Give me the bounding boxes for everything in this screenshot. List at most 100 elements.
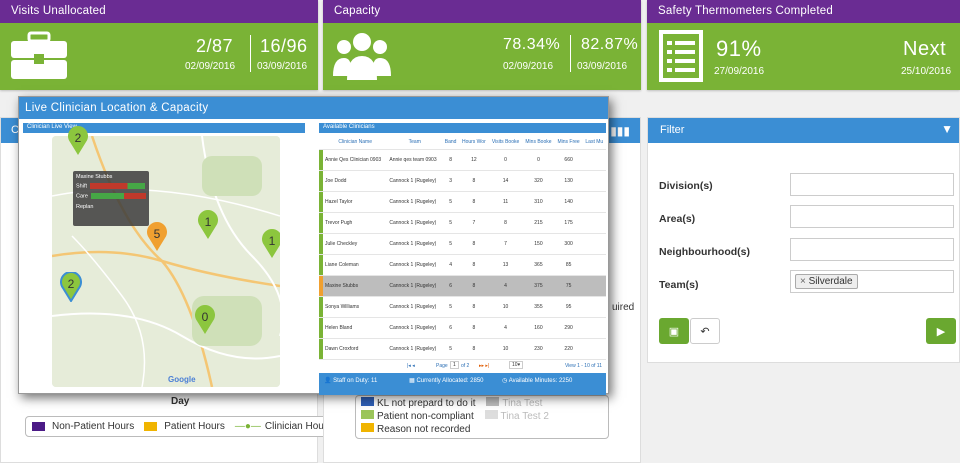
pager: |◂ ◂ Page 1 of 2 ▸▸ ▸| 10▾ View 1 - 10 o… <box>319 361 606 372</box>
table-cell: Cannock 1 (Rugeley) <box>387 212 443 234</box>
table-row[interactable]: Dawn Croxford Cannock 1 (Rugeley) 5 8 10 230 2… <box>319 338 606 361</box>
people-icon <box>333 33 391 80</box>
allocated-text: Currently Allocated: 2850 <box>416 378 484 384</box>
table-row[interactable]: Annie Qes Clinician 0903 Annie qes team 0… <box>319 149 606 171</box>
table-cell: 130 <box>554 170 583 192</box>
col-band[interactable]: Band <box>442 135 459 150</box>
hours-legend: Non-Patient Hours Patient Hours —●— Clini… <box>25 416 340 437</box>
map-pin-green-partial[interactable]: 1 <box>261 229 280 259</box>
table-cell: 230 <box>522 338 555 361</box>
legend-item: Tina Test 2 <box>500 411 549 422</box>
legend-item: Reason not recorded <box>377 424 471 435</box>
table-cell <box>582 212 606 234</box>
col-visits[interactable]: Visits Booke <box>488 135 523 150</box>
modal-footer: 👤 Staff on Duty: 11 ▦ Currently Allocate… <box>319 373 606 395</box>
col-mins-booked[interactable]: Mins Booke <box>522 135 555 150</box>
table-cell <box>582 233 606 255</box>
col-last[interactable]: Last Mu <box>582 135 606 150</box>
table-cell <box>582 317 606 340</box>
funnel-icon[interactable]: ▼ <box>941 122 953 136</box>
rows-value: 10 <box>512 362 518 368</box>
table-cell: 8 <box>458 296 489 319</box>
table-cell: 220 <box>554 338 583 361</box>
undo-button[interactable]: ↶ <box>690 318 720 344</box>
table-cell: 5 <box>442 233 459 255</box>
capacity-tomorrow-value: 82.87% <box>581 36 639 53</box>
table-cell: Cannock 1 (Rugeley) <box>387 338 443 361</box>
pin-label: 2 <box>75 131 82 145</box>
table-header-row: Clinician Name Team Band Hours Wor Visit… <box>319 135 606 150</box>
modal-title: Live Clinician Location & Capacity <box>19 97 608 119</box>
tile-visits-unallocated: Visits Unallocated 2/87 02/09/2016 16/96… <box>0 0 318 90</box>
safety-next-label: Next <box>903 38 947 60</box>
map-pin-green[interactable]: 1 <box>197 210 219 240</box>
table-cell: 8 <box>442 149 459 171</box>
division-label: Division(s) <box>659 180 713 192</box>
page-input[interactable]: 1 <box>450 361 459 369</box>
table-cell: 8 <box>458 170 489 192</box>
table-cell: 6 <box>442 317 459 340</box>
page-count: of 2 <box>461 363 470 369</box>
table-row[interactable]: Helen Bland Cannock 1 (Rugeley) 6 8 4 160 290 <box>319 317 606 340</box>
undo-icon: ↶ <box>700 325 710 338</box>
map-pin-blue[interactable]: 2 <box>60 271 82 303</box>
table-cell: 300 <box>554 233 583 255</box>
table-row[interactable]: Maxine Stubbs Cannock 1 (Rugeley) 6 8 4 375 75 <box>319 275 606 298</box>
table-row[interactable]: Liane Coleman Cannock 1 (Rugeley) 4 8 13 365 8… <box>319 254 606 277</box>
team-select[interactable]: × Silverdale <box>790 270 954 293</box>
panel-header: Filter ▼ <box>648 118 959 143</box>
table-cell: Cannock 1 (Rugeley) <box>387 170 443 192</box>
capacity-today-date: 02/09/2016 <box>503 61 554 72</box>
legend-swatch <box>361 410 374 419</box>
next-page-icon[interactable]: ▸▸ ▸| <box>479 363 489 369</box>
col-team[interactable]: Team <box>387 135 443 150</box>
pin-label: 0 <box>202 310 209 324</box>
table-cell: 320 <box>522 170 555 192</box>
rows-select[interactable]: 10▾ <box>509 361 524 369</box>
neighbourhood-label: Neighbourhood(s) <box>659 246 750 258</box>
table-cell: 8 <box>458 317 489 340</box>
table-cell: 215 <box>522 212 555 234</box>
run-button[interactable]: ▶ <box>926 318 956 344</box>
area-input[interactable] <box>790 205 954 228</box>
team-tag: × Silverdale <box>795 274 858 289</box>
staff-on-duty: 👤 Staff on Duty: 11 <box>324 378 378 384</box>
legend-swatch <box>484 410 498 419</box>
col-clinician-name[interactable]: Clinician Name <box>323 135 388 150</box>
map-pin-green[interactable]: 2 <box>67 126 89 156</box>
pin-label: 1 <box>205 215 212 229</box>
safety-next-date: 25/10/2016 <box>901 66 952 77</box>
table-cell: 7 <box>488 233 523 255</box>
table-cell: 160 <box>522 317 555 340</box>
legend-item: Patient Hours <box>164 421 225 432</box>
table-cell: 0 <box>488 149 523 171</box>
col-mins-free[interactable]: Mins Free <box>554 135 583 150</box>
table-cell <box>582 296 606 319</box>
first-page-icon[interactable]: |◂ ◂ <box>407 363 415 369</box>
map[interactable]: Maxine Stubbs Shift Care Replan Google <box>52 136 280 387</box>
filter-title: Filter <box>660 124 685 136</box>
table-row[interactable]: Joe Dodd Cannock 1 (Rugeley) 3 8 14 320 130 <box>319 170 606 192</box>
table-cell: 290 <box>554 317 583 340</box>
table-row[interactable]: Trevor Pugh Cannock 1 (Rugeley) 5 7 8 215 175 <box>319 212 606 234</box>
save-button[interactable]: ▣ <box>659 318 689 344</box>
table-cell: Cannock 1 (Rugeley) <box>387 275 443 298</box>
table-cell: 8 <box>458 191 489 213</box>
division-input[interactable] <box>790 173 954 196</box>
table-cell: 10 <box>488 338 523 361</box>
popup-name: Maxine Stubbs <box>76 174 113 180</box>
table-cell: 8 <box>458 254 489 277</box>
replan-link[interactable]: Replan <box>76 204 146 210</box>
table-row[interactable]: Julie Checkley Cannock 1 (Rugeley) 5 8 7 150 3… <box>319 233 606 255</box>
map-pin-green[interactable]: 0 <box>194 305 216 335</box>
bar-chart-icon[interactable]: ▮▮▮ <box>610 124 630 138</box>
legend-item: Non-Patient Hours <box>52 421 135 432</box>
tag-remove-icon[interactable]: × <box>800 276 806 287</box>
table-cell: 150 <box>522 233 555 255</box>
table-row[interactable]: Hazel Taylor Cannock 1 (Rugeley) 5 8 11 310 14… <box>319 191 606 213</box>
neighbourhood-input[interactable] <box>790 238 954 261</box>
table-row[interactable]: Sonya Williams Cannock 1 (Rugeley) 5 8 10 355… <box>319 296 606 319</box>
visits-today-value: 2/87 <box>196 36 234 56</box>
map-pin-orange[interactable]: 5 <box>146 222 168 252</box>
col-hours[interactable]: Hours Wor <box>458 135 489 150</box>
